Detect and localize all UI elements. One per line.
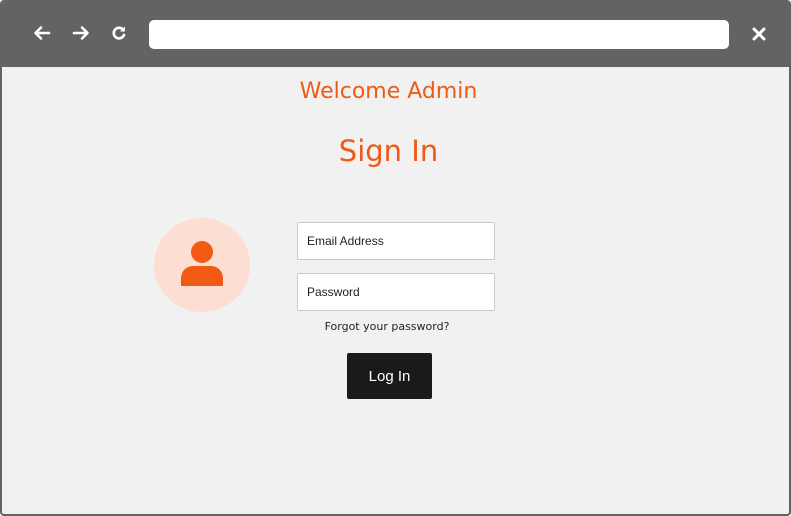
login-button[interactable]: Log In [347, 353, 432, 399]
close-button[interactable] [746, 20, 772, 48]
welcome-heading: Welcome Admin [299, 79, 478, 104]
address-bar[interactable] [149, 20, 729, 49]
forgot-password-link[interactable]: Forgot your password? [297, 319, 477, 335]
user-icon [181, 241, 223, 286]
page-title: Sign In [338, 134, 439, 168]
reload-icon [112, 26, 126, 40]
reload-button[interactable] [106, 20, 132, 46]
close-icon [752, 27, 766, 41]
back-button[interactable] [29, 20, 55, 46]
arrow-right-icon [72, 26, 89, 40]
password-field[interactable] [297, 273, 495, 311]
forward-button[interactable] [68, 20, 94, 46]
email-field[interactable] [297, 222, 495, 260]
avatar [154, 218, 250, 312]
browser-window: Welcome Admin Sign In Forgot your passwo… [0, 0, 791, 516]
arrow-left-icon [34, 26, 51, 40]
browser-toolbar [2, 0, 789, 67]
